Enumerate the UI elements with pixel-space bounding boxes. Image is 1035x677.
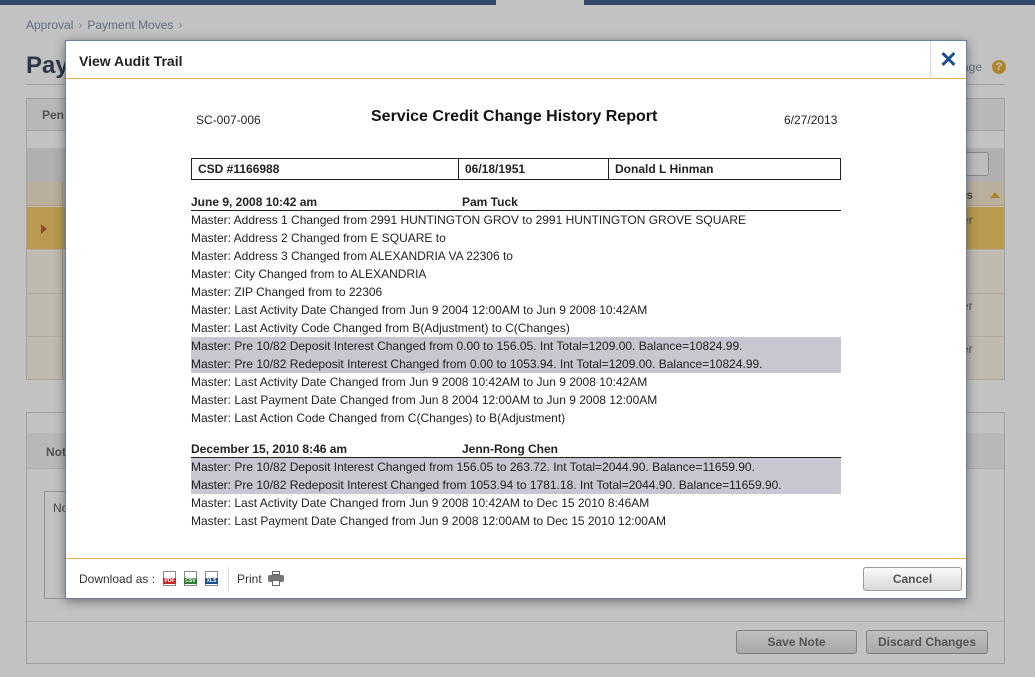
change-line: Master: Last Activity Date Changed from … (191, 303, 648, 317)
printer-icon[interactable] (268, 571, 284, 586)
change-line: Master: Last Activity Date Changed from … (191, 375, 648, 389)
dialog-title: View Audit Trail (79, 53, 183, 69)
report-date: 6/27/2013 (784, 113, 838, 127)
change-line: Master: Pre 10/82 Redeposit Interest Cha… (191, 476, 841, 494)
birth-date: 06/18/1951 (459, 159, 609, 179)
section-user: Pam Tuck (462, 195, 518, 209)
change-line: Master: Last Activity Date Changed from … (191, 496, 650, 510)
section-header: December 15, 2010 8:46 am Jenn-Rong Chen (191, 440, 841, 458)
change-line: Master: Pre 10/82 Deposit Interest Chang… (191, 337, 841, 355)
pdf-icon[interactable]: PDF (163, 571, 176, 586)
change-list: Master: Pre 10/82 Deposit Interest Chang… (191, 458, 841, 530)
history-section-1: June 9, 2008 10:42 am Pam Tuck Master: A… (191, 193, 841, 427)
xls-icon[interactable]: XLS (205, 571, 218, 586)
change-line: Master: Last Action Code Changed from C(… (191, 411, 566, 425)
change-line: Master: Pre 10/82 Deposit Interest Chang… (191, 458, 841, 476)
dialog-header: View Audit Trail ✕ (66, 41, 966, 79)
footer-divider (228, 567, 229, 591)
change-line: Master: Pre 10/82 Redeposit Interest Cha… (191, 355, 841, 373)
csv-icon[interactable]: CSV (184, 571, 197, 586)
change-line: Master: Last Activity Code Changed from … (191, 321, 570, 335)
change-line: Master: Address 2 Changed from E SQUARE … (191, 231, 446, 245)
csd-number: CSD #1166988 (192, 159, 459, 179)
cancel-button[interactable]: Cancel (863, 567, 962, 591)
section-date: December 15, 2010 8:46 am (191, 442, 348, 456)
section-date: June 9, 2008 10:42 am (191, 195, 318, 209)
change-list: Master: Address 1 Changed from 2991 HUNT… (191, 211, 841, 427)
report-title: Service Credit Change History Report (371, 108, 658, 125)
dialog-footer: Download as : PDF CSV XLS Print Cancel (66, 558, 966, 598)
member-name: Donald L Hinman (615, 162, 714, 176)
download-label: Download as : (79, 572, 156, 586)
change-line: Master: Address 1 Changed from 2991 HUNT… (191, 213, 747, 227)
change-line: Master: Last Payment Date Changed from J… (191, 393, 658, 407)
history-section-2: December 15, 2010 8:46 am Jenn-Rong Chen… (191, 440, 841, 530)
section-user: Jenn-Rong Chen (462, 442, 558, 456)
report-id: SC-007-006 (196, 113, 261, 127)
close-icon[interactable]: ✕ (930, 41, 966, 79)
change-line: Master: City Changed from to ALEXANDRIA (191, 267, 427, 281)
change-line: Master: Last Payment Date Changed from J… (191, 514, 666, 528)
change-line: Master: Address 3 Changed from ALEXANDRI… (191, 249, 513, 263)
member-info-table: CSD #1166988 06/18/1951 Donald L Hinman (191, 158, 841, 180)
change-line: Master: ZIP Changed from to 22306 (191, 285, 383, 299)
print-link[interactable]: Print (237, 572, 262, 586)
audit-trail-dialog: View Audit Trail ✕ SC-007-006 Service Cr… (65, 40, 967, 599)
section-header: June 9, 2008 10:42 am Pam Tuck (191, 193, 841, 211)
